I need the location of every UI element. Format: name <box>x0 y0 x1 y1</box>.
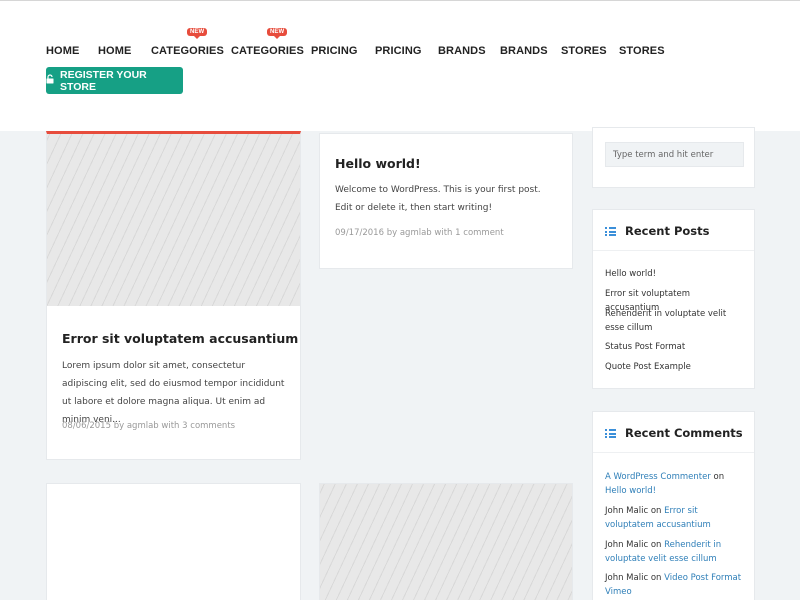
widget-header: Recent Posts <box>593 210 754 251</box>
recent-post-link[interactable]: Status Post Format <box>605 340 747 354</box>
post-title[interactable]: Hello world! <box>335 156 421 171</box>
recent-post-link[interactable]: Hello world! <box>605 267 747 281</box>
comment-author: John Malic <box>605 573 649 583</box>
nav-item-categories-2[interactable]: CATEGORIES NEW <box>231 28 304 57</box>
list-icon <box>605 227 616 236</box>
post-date: 08/06/2015 <box>62 421 111 431</box>
post-card-hello-world: Hello world! Welcome to WordPress. This … <box>319 133 573 269</box>
widget-header: Recent Comments <box>593 412 754 453</box>
post-excerpt: Welcome to WordPress. This is your first… <box>335 185 541 213</box>
comment-author: John Malic <box>605 506 649 516</box>
recent-posts-widget: Recent Posts Hello world! Error sit volu… <box>592 209 755 389</box>
nav-item-pricing[interactable]: PRICING <box>311 45 358 57</box>
recent-post-link[interactable]: Quote Post Example <box>605 360 747 374</box>
recent-comment: John Malic on Video Post Format Vimeo <box>605 573 742 597</box>
new-badge: NEW <box>187 28 208 39</box>
recent-comment: John Malic on Error sit voluptatem accus… <box>605 506 711 530</box>
post-comments-link[interactable]: 3 comments <box>182 421 235 431</box>
search-input[interactable] <box>605 142 744 167</box>
post-card-bottom-middle <box>319 483 573 600</box>
new-badge: NEW <box>267 28 288 39</box>
register-store-button[interactable]: REGISTER YOUR STORE <box>46 67 183 94</box>
post-card-error-sit: Error sit voluptatem accusantium Lorem i… <box>46 131 301 460</box>
post-excerpt: Lorem ipsum dolor sit amet, consectetur … <box>62 361 285 425</box>
nav-item-brands-2[interactable]: BRANDS <box>500 45 548 57</box>
post-thumbnail[interactable] <box>47 134 300 306</box>
post-date: 09/17/2016 <box>335 228 384 238</box>
nav-item-stores-2[interactable]: STORES <box>619 45 665 57</box>
comment-author: John Malic <box>605 540 649 550</box>
post-meta: 09/17/2016 by agmlab with 1 comment <box>335 228 504 238</box>
post-thumbnail[interactable] <box>320 484 572 600</box>
post-title[interactable]: Error sit voluptatem accusantium <box>62 331 298 346</box>
recent-comment: A WordPress Commenter on Hello world! <box>605 472 725 496</box>
nav-item-home-2[interactable]: HOME <box>98 45 131 57</box>
recent-comments-widget: Recent Comments A WordPress Commenter on… <box>592 411 755 600</box>
comment-author-link[interactable]: A WordPress Commenter <box>605 472 711 482</box>
nav-item-pricing-2[interactable]: PRICING <box>375 45 422 57</box>
recent-comment: John Malic on Rehenderit in voluptate ve… <box>605 540 722 564</box>
search-widget <box>592 127 755 188</box>
list-icon <box>605 429 616 438</box>
post-meta: 08/06/2015 by agmlab with 3 comments <box>62 421 236 431</box>
post-comments-link[interactable]: 1 comment <box>455 228 504 238</box>
lock-icon <box>46 74 54 87</box>
post-author-link[interactable]: agmlab <box>127 421 159 431</box>
recent-post-link[interactable]: Rehenderit in voluptate velit esse cillu… <box>605 307 747 335</box>
post-card-bottom-left <box>46 483 301 600</box>
post-author-link[interactable]: agmlab <box>400 228 432 238</box>
nav-item-brands[interactable]: BRANDS <box>438 45 486 57</box>
widget-title: Recent Posts <box>625 224 710 238</box>
widget-title: Recent Comments <box>625 426 743 440</box>
nav-item-stores[interactable]: STORES <box>561 45 607 57</box>
comment-post-link[interactable]: Hello world! <box>605 486 656 496</box>
site-header: HOME HOME CATEGORIES NEW CATEGORIES NEW … <box>0 0 800 131</box>
nav-item-home[interactable]: HOME <box>46 45 79 57</box>
nav-item-categories[interactable]: CATEGORIES NEW <box>151 28 224 57</box>
